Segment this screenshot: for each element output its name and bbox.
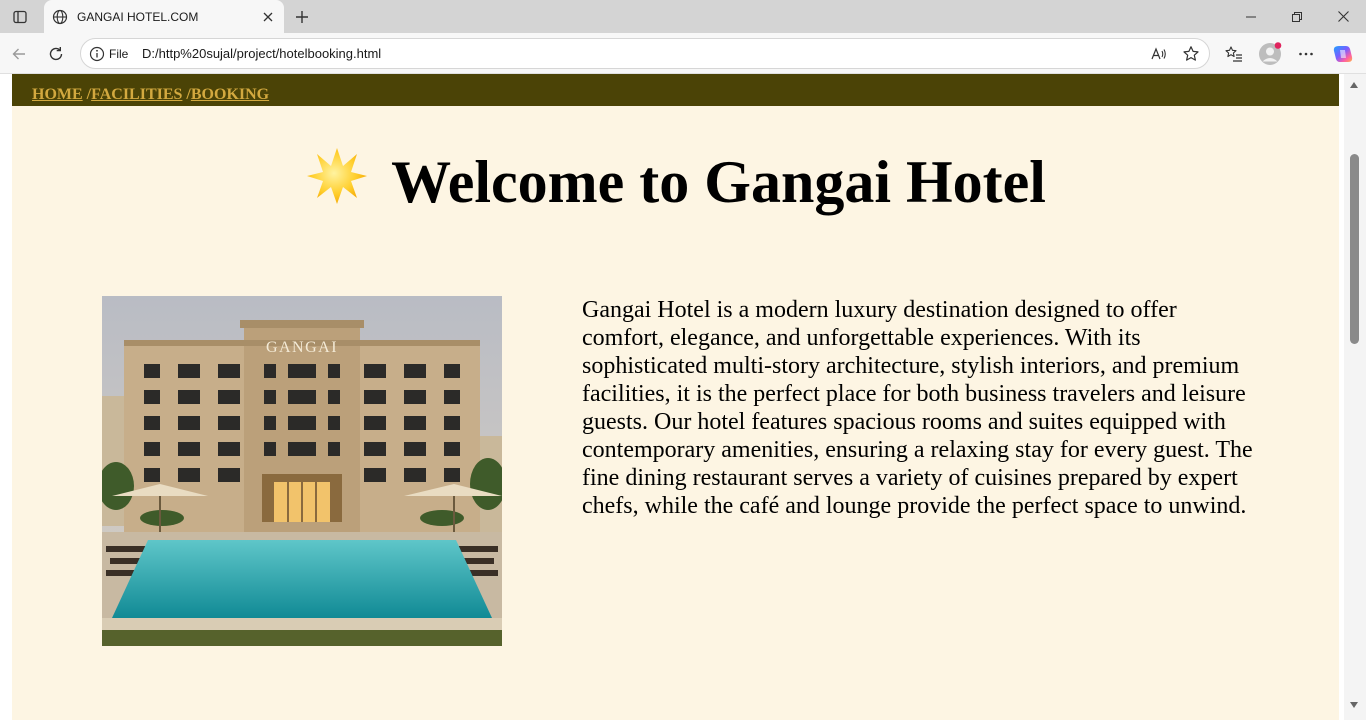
scroll-down-arrow-icon[interactable] [1350,702,1358,708]
window-close-icon[interactable] [1320,0,1366,33]
site-navbar: HOME /FACILITIES /BOOKING [12,74,1339,106]
hotel-sign-text: GANGAI [266,339,338,356]
scroll-up-arrow-icon[interactable] [1350,82,1358,88]
star-emoji-icon [305,144,369,208]
globe-icon [52,9,68,25]
file-label: File [109,47,129,61]
page-scrollbar[interactable] [1344,74,1366,720]
page-title-row: Welcome to Gangai Hotel [12,144,1339,217]
page-title: Welcome to Gangai Hotel [391,149,1046,215]
nav-link-booking[interactable]: BOOKING [191,86,269,103]
address-bar[interactable]: File D:/http%20sujal/project/hotelbookin… [80,38,1210,69]
about-text: Gangai Hotel is a modern luxury destinat… [582,297,1253,519]
info-icon[interactable] [89,46,105,62]
tab-actions-icon[interactable] [6,5,34,29]
close-icon[interactable] [258,7,278,27]
url-text[interactable]: D:/http%20sujal/project/hotelbooking.htm… [142,46,381,61]
nav-links: HOME /FACILITIES /BOOKING [32,86,269,104]
browser-toolbar: File D:/http%20sujal/project/hotelbookin… [0,33,1366,74]
minimize-icon[interactable] [1228,0,1274,33]
tab-title: GANGAI HOTEL.COM [77,9,199,24]
nav-link-facilities[interactable]: FACILITIES [91,86,182,103]
browser-tab[interactable]: GANGAI HOTEL.COM [44,0,284,33]
profile-icon[interactable] [1258,42,1282,66]
page-viewport: HOME /FACILITIES /BOOKING Welcome to Gan… [0,74,1366,720]
favorites-icon[interactable] [1222,42,1246,66]
refresh-icon[interactable] [43,41,69,67]
back-icon[interactable] [6,41,32,67]
scroll-thumb[interactable] [1350,154,1359,344]
hotel-page: HOME /FACILITIES /BOOKING Welcome to Gan… [12,74,1339,720]
hotel-image: GANGAI [102,296,502,646]
new-tab-icon[interactable] [290,5,314,29]
more-icon[interactable] [1294,42,1318,66]
read-aloud-icon[interactable] [1150,45,1168,63]
restore-icon[interactable] [1274,0,1320,33]
copilot-icon[interactable] [1331,42,1355,66]
favorite-star-icon[interactable] [1182,45,1200,63]
nav-link-home[interactable]: HOME [32,86,83,103]
tab-strip: GANGAI HOTEL.COM [0,0,1366,33]
